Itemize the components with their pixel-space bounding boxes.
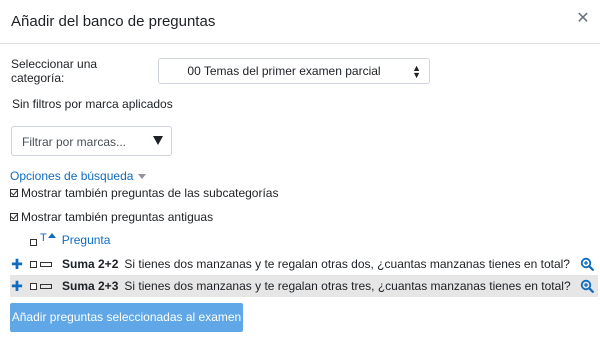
question-type-icon — [40, 283, 52, 289]
old-questions-option: Mostrar también preguntas antiguas — [10, 210, 213, 224]
add-selected-button[interactable]: Añadir preguntas seleccionadas al examen — [10, 303, 243, 332]
tag-filter-placeholder: Filtrar por marcas... — [22, 135, 127, 149]
question-type-icon — [40, 261, 52, 267]
old-questions-label: Mostrar también preguntas antiguas — [21, 210, 214, 224]
question-name: Suma 2+3 — [62, 279, 119, 293]
sort-by-question[interactable]: Pregunta — [62, 233, 111, 247]
category-select[interactable]: 00 Temas del primer examen parcial ▲ ▼ — [158, 58, 430, 84]
table-row: ✚ Suma 2+3 Si tienes dos manzanas y te r… — [10, 275, 598, 297]
dropdown-arrow-icon — [153, 136, 163, 145]
updown-caret-icon: ▲ ▼ — [412, 63, 421, 80]
row-checkbox[interactable] — [30, 260, 37, 268]
magnifier-plus-icon[interactable] — [580, 257, 594, 271]
row-checkbox[interactable] — [30, 282, 37, 290]
question-name: Suma 2+2 — [62, 257, 119, 271]
question-text: Si tienes dos manzanas y te regalan otra… — [124, 257, 570, 271]
modal-header: Añadir del banco de preguntas ✕ — [0, 0, 600, 44]
old-questions-checkbox[interactable] — [10, 213, 18, 221]
magnifier-plus-icon[interactable] — [580, 279, 594, 293]
subcategories-checkbox[interactable] — [10, 189, 18, 197]
no-filters-text: Sin filtros por marca aplicados — [12, 97, 173, 111]
table-header: T Pregunta — [30, 232, 110, 248]
plus-icon[interactable]: ✚ — [10, 279, 24, 293]
question-text: Si tienes dos manzanas y te regalan otra… — [124, 279, 571, 293]
category-label: Seleccionar una categoría: — [11, 57, 98, 85]
category-select-value: 00 Temas del primer examen parcial — [187, 64, 381, 78]
caret-down-icon — [138, 173, 147, 179]
sort-asc-icon — [47, 233, 56, 238]
modal-title: Añadir del banco de preguntas — [11, 13, 216, 30]
subcategories-label: Mostrar también preguntas de las subcate… — [21, 186, 279, 200]
tag-filter-dropdown[interactable]: Filtrar por marcas... — [11, 126, 172, 156]
search-options-toggle[interactable]: Opciones de búsqueda — [10, 169, 147, 183]
close-icon[interactable]: ✕ — [575, 11, 591, 27]
sort-by-type[interactable]: T — [40, 232, 47, 244]
category-row: Seleccionar una categoría: 00 Temas del … — [11, 57, 430, 85]
search-options-label: Opciones de búsqueda — [10, 169, 134, 183]
table-row: ✚ Suma 2+2 Si tienes dos manzanas y te r… — [10, 253, 598, 275]
subcategories-option: Mostrar también preguntas de las subcate… — [10, 186, 278, 200]
select-all-checkbox[interactable] — [30, 239, 37, 246]
plus-icon[interactable]: ✚ — [10, 257, 24, 271]
